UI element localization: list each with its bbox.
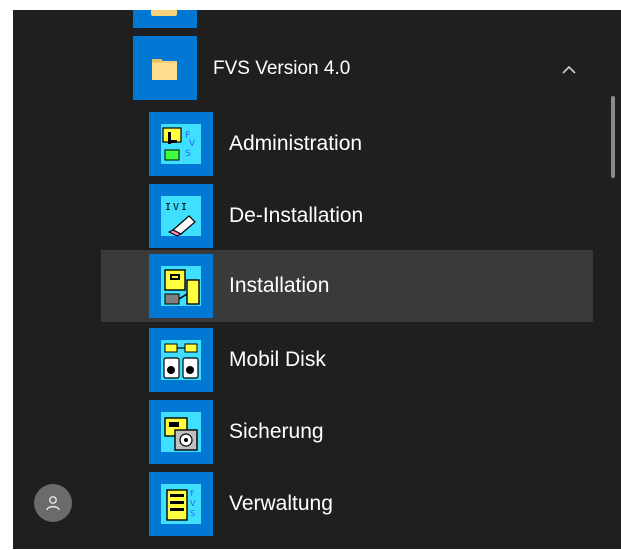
svg-text:S: S [185,149,191,159]
verwaltung-tile: F V S [149,472,213,536]
group-label: FVS Version 4.0 [213,58,351,79]
uninstall-app-icon: I V I [161,196,201,237]
svg-text:V: V [189,139,196,149]
svg-text:F: F [190,489,195,498]
scrollbar-thumb[interactable] [611,96,615,178]
administration-app-icon: F V S [161,124,201,164]
left-rail [13,10,101,549]
item-label-de-installation: De-Installation [229,204,364,227]
item-label-verwaltung: Verwaltung [229,492,333,515]
item-label-mobil-disk: Mobil Disk [229,348,326,371]
start-menu-panel: FVS Version 4.0 F V S Administration I V… [13,10,621,549]
mobil-disk-tile [149,328,213,392]
svg-text:S: S [190,509,195,518]
installation-tile [149,254,213,318]
de-installation-tile: I V I [149,184,213,248]
list-item-administration[interactable]: F V S Administration [101,108,593,180]
folder-icon [151,10,177,16]
mobile-disk-app-icon [161,340,201,380]
list-item-verwaltung[interactable]: F V S Verwaltung [101,468,593,540]
list-item-mobil-disk[interactable]: Mobil Disk [101,324,593,396]
user-avatar-icon [46,496,60,511]
partial-folder-tile[interactable] [133,10,197,28]
chevron-up-icon[interactable] [559,60,579,80]
app-list: FVS Version 4.0 F V S Administration I V… [101,10,605,549]
administration-tile: F V S [149,112,213,176]
list-item-sicherung[interactable]: Sicherung [101,396,593,468]
item-label-administration: Administration [229,132,363,155]
svg-text:V: V [173,202,179,213]
management-app-icon: F V S [161,484,201,524]
item-label-sicherung: Sicherung [229,420,324,443]
backup-app-icon [161,412,201,452]
folder-icon [152,59,177,80]
group-header-fvs[interactable]: FVS Version 4.0 [101,34,605,108]
svg-text:I: I [165,202,171,213]
list-item-installation[interactable]: Installation [101,250,593,322]
list-item-de-installation[interactable]: I V I De-Installation [101,180,593,252]
group-tile [133,36,197,100]
item-label-installation: Installation [229,274,330,297]
user-avatar-button[interactable] [34,484,72,522]
sicherung-tile [149,400,213,464]
svg-text:V: V [190,499,196,508]
installation-app-icon [161,266,201,306]
svg-text:I: I [181,202,187,213]
